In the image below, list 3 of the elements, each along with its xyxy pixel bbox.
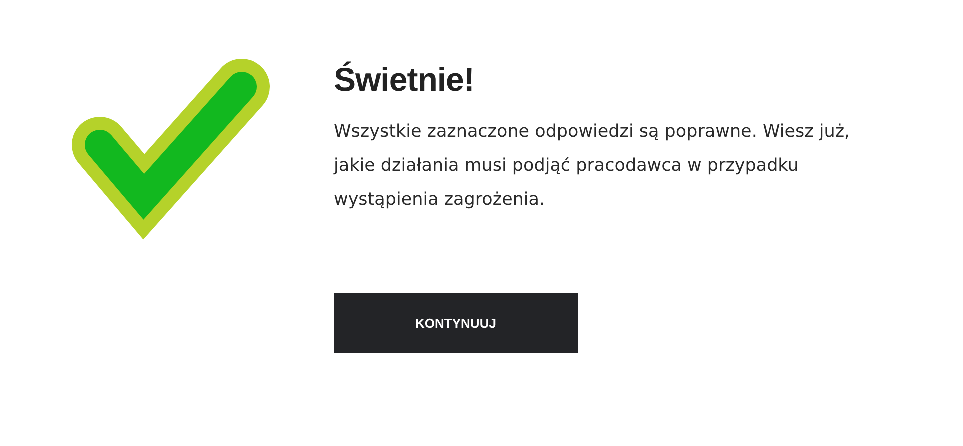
message: Wszystkie zaznaczone odpowiedzi są poprawne. Wiesz już, jakie działania musi podjąć pracodawca w przypadku wystąpienia zagrożenia.: [334, 121, 852, 212]
title: Świetnie!: [334, 61, 476, 99]
continue-button[interactable]: KONTYNUUJ: [334, 293, 578, 353]
